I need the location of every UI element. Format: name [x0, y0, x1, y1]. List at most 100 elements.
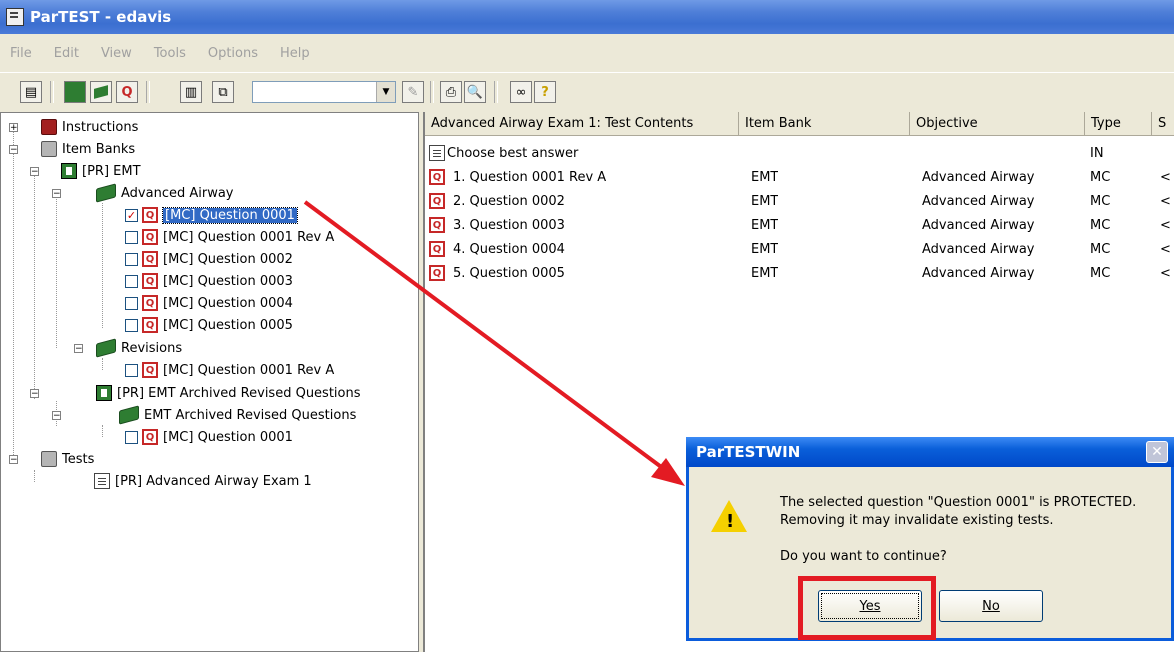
tree-line: [102, 203, 103, 328]
column-header-s[interactable]: S: [1152, 112, 1174, 136]
tree-item-label: [PR] Advanced Airway Exam 1: [115, 473, 312, 489]
question-icon: Q: [429, 265, 445, 281]
question-checkbox[interactable]: [125, 252, 138, 266]
question-checkbox[interactable]: [125, 363, 138, 377]
tree-line: [34, 470, 35, 482]
tree-item-revision-question[interactable]: Q [MC] Question 0001 Rev A: [125, 359, 334, 381]
tree-item-question-0003[interactable]: Q [MC] Question 0003: [125, 270, 293, 292]
folder-icon: [41, 141, 57, 157]
chevron-down-icon[interactable]: ▼: [376, 82, 395, 102]
row-bank: EMT: [751, 217, 779, 233]
print-preview-icon[interactable]: 🔍: [464, 81, 486, 103]
question-icon: Q: [142, 273, 158, 289]
row-name: 2. Question 0002: [453, 193, 565, 209]
tree-line: [102, 425, 103, 437]
row-bank: EMT: [751, 241, 779, 257]
table-row[interactable]: Q 5. Question 0005: [429, 262, 735, 284]
tree-item-label: Item Banks: [62, 141, 136, 157]
table-row[interactable]: Choose best answer: [429, 142, 735, 164]
app-icon: [6, 8, 24, 26]
collapse-emt-bank[interactable]: −: [30, 167, 39, 177]
tree-item-question-0001-rev-a[interactable]: Q [MC] Question 0001 Rev A: [125, 226, 334, 248]
table-row[interactable]: Q 2. Question 0002: [429, 190, 735, 212]
glasses-icon[interactable]: ∞: [510, 81, 532, 103]
folder-icon: [41, 119, 57, 135]
menu-options[interactable]: Options: [208, 46, 258, 61]
row-bank: EMT: [751, 169, 779, 185]
question-checkbox[interactable]: [125, 296, 138, 310]
expand-instructions[interactable]: +: [9, 123, 18, 133]
tree-item-emt-bank[interactable]: [PR] EMT: [61, 160, 141, 182]
menu-file[interactable]: File: [10, 46, 32, 61]
collapse-tests[interactable]: −: [9, 455, 18, 465]
question-checkbox[interactable]: ✓: [125, 208, 138, 222]
row-type: MC: [1090, 265, 1111, 281]
row-name: 3. Question 0003: [453, 217, 565, 233]
question-checkbox[interactable]: [125, 430, 138, 444]
window-title: ParTEST - edavis: [30, 8, 172, 26]
test-document-icon[interactable]: ▥: [180, 81, 202, 103]
item-bank-icon[interactable]: [64, 81, 86, 103]
collapse-archived-bank[interactable]: −: [30, 389, 39, 399]
row-extra: <: [1160, 241, 1171, 257]
tree-item-instructions[interactable]: Instructions: [41, 116, 138, 138]
table-row[interactable]: Q 4. Question 0004: [429, 238, 735, 260]
help-icon[interactable]: ?: [534, 81, 556, 103]
tree-pane[interactable]: + Instructions − Item Banks − [PR] EMT −…: [0, 112, 419, 652]
close-icon[interactable]: ✕: [1146, 441, 1168, 463]
dialog-title-bar: ParTESTWIN ✕: [686, 437, 1174, 467]
row-bank: EMT: [751, 265, 779, 281]
collapse-advanced-airway[interactable]: −: [52, 189, 61, 199]
copy-document-icon[interactable]: ⧉: [212, 81, 234, 103]
tree-item-test[interactable]: [PR] Advanced Airway Exam 1: [94, 470, 312, 492]
tree-item-advanced-airway[interactable]: Advanced Airway: [96, 182, 234, 204]
menu-help[interactable]: Help: [280, 46, 310, 61]
no-button[interactable]: No: [939, 590, 1043, 622]
menu-edit[interactable]: Edit: [54, 46, 79, 61]
table-row[interactable]: Q 3. Question 0003: [429, 214, 735, 236]
menu-bar: File Edit View Tools Options Help: [0, 34, 1174, 72]
tree-item-question-0005[interactable]: Q [MC] Question 0005: [125, 314, 293, 336]
tree-item-archived-objective[interactable]: EMT Archived Revised Questions: [119, 404, 356, 426]
row-objective: Advanced Airway: [922, 169, 1035, 185]
tree-item-question-0004[interactable]: Q [MC] Question 0004: [125, 292, 293, 314]
row-type: MC: [1090, 217, 1111, 233]
folder-icon: [41, 451, 57, 467]
row-extra: <: [1160, 193, 1171, 209]
edit-icon[interactable]: ✎: [402, 81, 424, 103]
objective-book-icon: [96, 338, 116, 358]
printer-icon[interactable]: ⎙: [440, 81, 462, 103]
menu-view[interactable]: View: [101, 46, 132, 61]
new-document-icon[interactable]: ▤: [20, 81, 42, 103]
menu-tools[interactable]: Tools: [154, 46, 186, 61]
objective-book-icon[interactable]: [90, 81, 112, 103]
question-checkbox[interactable]: [125, 230, 138, 244]
tree-item-archived-bank[interactable]: [PR] EMT Archived Revised Questions: [96, 382, 361, 404]
tree-item-label: [PR] EMT: [82, 163, 141, 179]
collapse-revisions[interactable]: −: [74, 344, 83, 354]
tree-item-revisions[interactable]: Revisions: [96, 337, 182, 359]
tree-line: [102, 358, 103, 370]
tree-item-tests[interactable]: Tests: [41, 448, 94, 470]
column-header-item-bank[interactable]: Item Bank: [739, 112, 910, 136]
warning-exclamation: !: [726, 511, 735, 532]
tree-item-item-banks[interactable]: Item Banks: [41, 138, 135, 160]
question-checkbox[interactable]: [125, 274, 138, 288]
tree-item-question-0001[interactable]: ✓ Q [MC] Question 0001: [125, 204, 298, 226]
tree-item-question-0002[interactable]: Q [MC] Question 0002: [125, 248, 293, 270]
table-row[interactable]: Q 1. Question 0001 Rev A: [429, 166, 735, 188]
question-icon[interactable]: Q: [116, 81, 138, 103]
tree-line: [34, 171, 35, 399]
collapse-item-banks[interactable]: −: [9, 145, 18, 155]
column-header-objective[interactable]: Objective: [910, 112, 1085, 136]
collapse-archived-objective[interactable]: −: [52, 411, 61, 421]
tree-item-label: [MC] Question 0005: [163, 317, 293, 333]
column-header-contents[interactable]: Advanced Airway Exam 1: Test Contents: [425, 112, 739, 136]
column-header-type[interactable]: Type: [1085, 112, 1152, 136]
question-icon: Q: [142, 429, 158, 445]
toolbar-combo[interactable]: ▼: [252, 81, 396, 103]
row-name: 1. Question 0001 Rev A: [453, 169, 607, 185]
question-checkbox[interactable]: [125, 318, 138, 332]
tree-item-archived-question[interactable]: Q [MC] Question 0001: [125, 426, 293, 448]
row-name: 4. Question 0004: [453, 241, 565, 257]
